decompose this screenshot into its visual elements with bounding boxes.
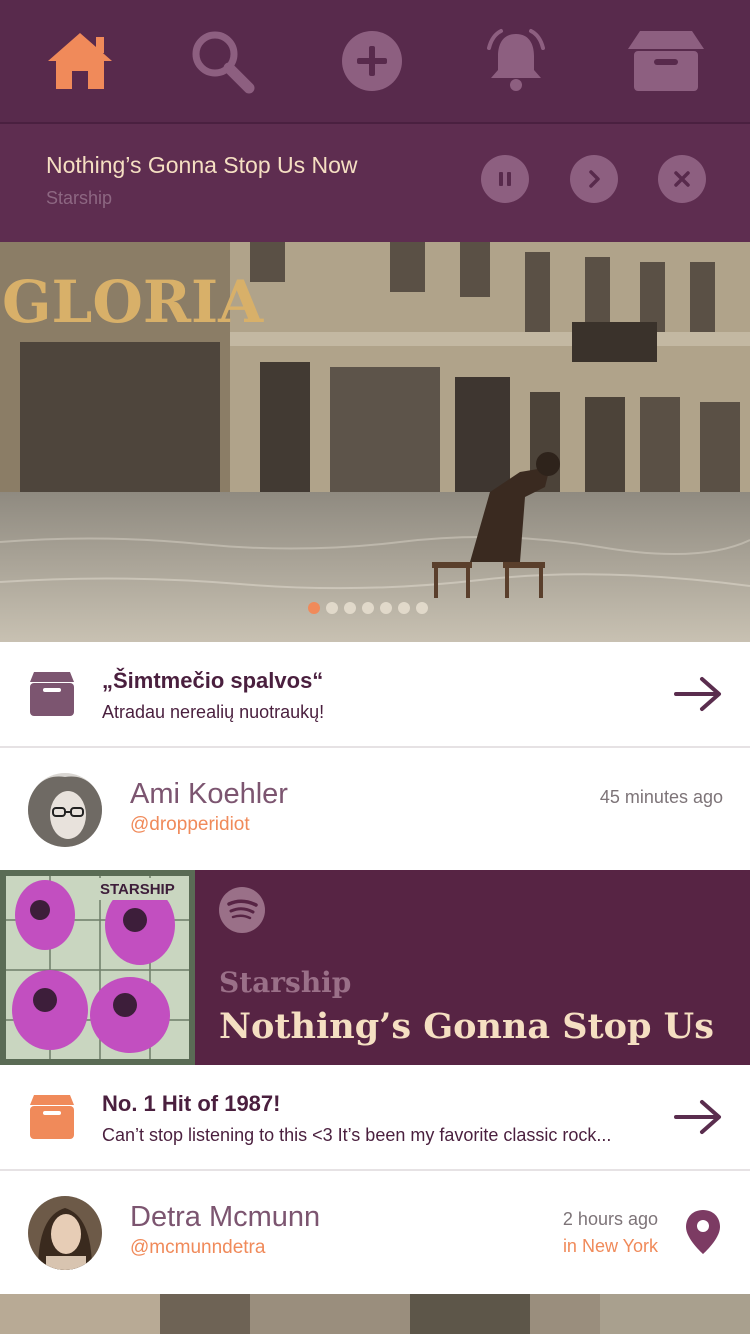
home-icon[interactable] [44, 28, 116, 94]
add-icon[interactable] [336, 28, 408, 94]
track-title: Nothing’s Gonna Stop Us [219, 1006, 714, 1047]
post-title: „Šimtmečio spalvos“ [102, 668, 324, 693]
carousel-dot[interactable] [308, 602, 320, 614]
carousel-dot[interactable] [326, 602, 338, 614]
carousel-dot[interactable] [362, 602, 374, 614]
box-icon [28, 670, 76, 723]
carousel-dots [308, 602, 428, 614]
top-navigation [0, 0, 750, 122]
track-artist: Starship [219, 966, 352, 999]
user-row[interactable]: Ami Koehler @dropperidiot 45 minutes ago [0, 750, 750, 870]
user-row[interactable]: Detra Mcmunn @mcmunndetra 2 hours ago in… [0, 1173, 750, 1293]
album-cover: STARSHIP [0, 870, 195, 1065]
post-timestamp: 2 hours ago [562, 1209, 658, 1229]
post-description: Can’t stop listening to this <3 It’s bee… [102, 1125, 612, 1145]
user-name[interactable]: Detra Mcmunn [130, 1201, 320, 1234]
spotify-icon[interactable] [218, 886, 266, 939]
avatar[interactable] [28, 773, 102, 847]
search-icon[interactable] [186, 28, 258, 94]
avatar[interactable] [28, 1196, 102, 1270]
pause-button[interactable] [481, 155, 529, 203]
location-pin-icon[interactable] [684, 1208, 722, 1261]
chevron-right-icon [589, 170, 600, 188]
post-location[interactable]: in New York [563, 1236, 658, 1257]
pause-icon [499, 172, 511, 186]
carousel-dot[interactable] [398, 602, 410, 614]
close-button[interactable] [658, 155, 706, 203]
next-post-photo[interactable] [0, 1294, 750, 1334]
carousel-dot[interactable] [416, 602, 428, 614]
user-handle[interactable]: @mcmunndetra [130, 1237, 265, 1259]
now-playing-title[interactable]: Nothing’s Gonna Stop Us Now [46, 152, 358, 179]
now-playing-bar: Nothing’s Gonna Stop Us Now Starship [0, 122, 750, 242]
box-icon[interactable] [626, 28, 706, 94]
post-timestamp: 45 minutes ago [599, 787, 723, 807]
bell-icon[interactable] [480, 28, 552, 94]
hero-photo[interactable]: GLORIA [0, 242, 750, 642]
post-description: Atradau nerealių nuotraukų! [102, 702, 325, 722]
arrow-right-icon[interactable] [674, 676, 722, 717]
next-button[interactable] [570, 155, 618, 203]
gloria-sign: GLORIA [2, 268, 264, 336]
box-icon [28, 1093, 76, 1146]
album-title: STARSHIP [100, 881, 175, 898]
carousel-dot[interactable] [380, 602, 392, 614]
post-card[interactable]: No. 1 Hit of 1987! Can’t stop listening … [0, 1065, 750, 1171]
close-icon [674, 171, 690, 187]
arrow-right-icon[interactable] [674, 1099, 722, 1140]
flooded-street-photo: GLORIA [0, 242, 750, 642]
post-card[interactable]: „Šimtmečio spalvos“ Atradau nerealių nuo… [0, 642, 750, 748]
carousel-dot[interactable] [344, 602, 356, 614]
post-title: No. 1 Hit of 1987! [102, 1091, 281, 1116]
user-handle[interactable]: @dropperidiot [130, 814, 250, 836]
user-name[interactable]: Ami Koehler [130, 778, 288, 811]
now-playing-artist: Starship [46, 188, 113, 208]
